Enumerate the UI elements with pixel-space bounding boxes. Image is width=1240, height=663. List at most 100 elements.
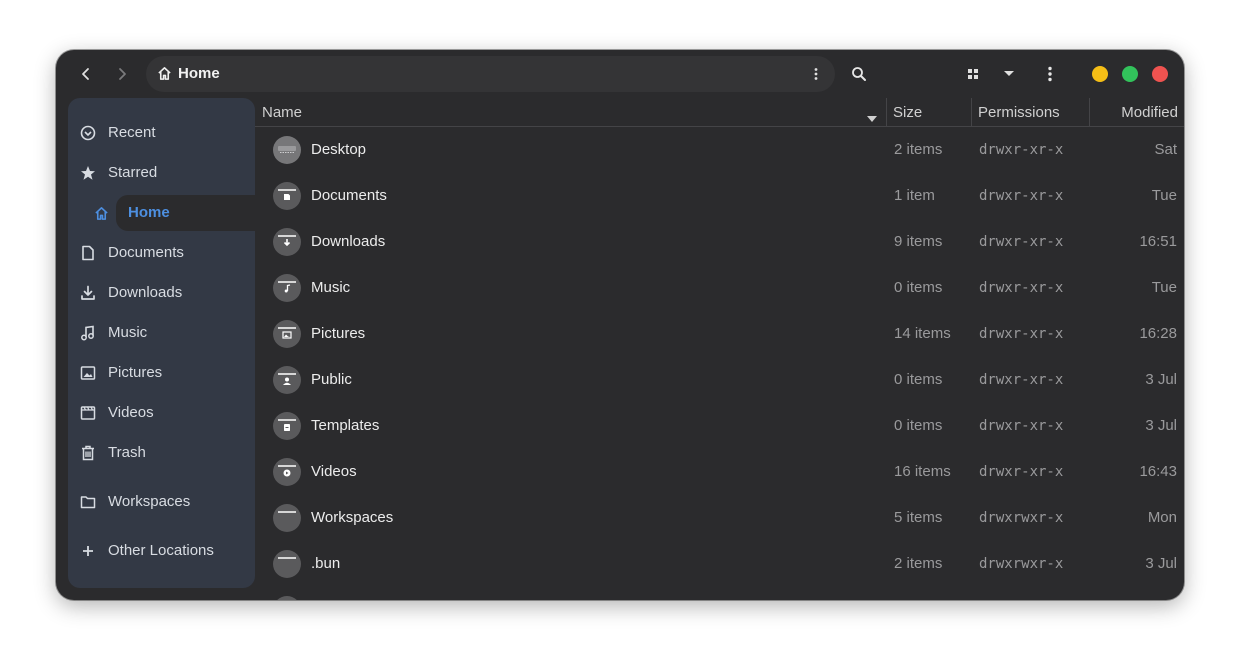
- vertical-dots-icon: [1048, 66, 1052, 82]
- view-grid-button[interactable]: [959, 60, 987, 88]
- file-size: 9 items: [894, 233, 943, 250]
- main-menu-button[interactable]: [1036, 60, 1064, 88]
- column-size[interactable]: Size: [893, 104, 922, 121]
- file-name: Downloads: [311, 233, 386, 250]
- file-size: 0 items: [894, 279, 943, 296]
- path-menu-button[interactable]: [807, 65, 825, 83]
- file-permissions: drwxr-xr-x: [979, 280, 1064, 296]
- file-size: 14 items: [894, 325, 951, 342]
- column-header: Name Size Permissions Modified: [255, 98, 1184, 127]
- sidebar-item-workspaces[interactable]: Workspaces: [68, 484, 255, 520]
- column-divider: [886, 98, 887, 126]
- sidebar-item-home[interactable]: Home: [68, 195, 255, 231]
- video-icon: [79, 404, 97, 422]
- sidebar-item-trash[interactable]: Trash: [68, 435, 255, 471]
- sidebar-item-videos[interactable]: Videos: [68, 395, 255, 431]
- file-row-partial[interactable]: [255, 587, 1184, 600]
- sidebar-item-documents[interactable]: Documents: [68, 235, 255, 271]
- column-permissions[interactable]: Permissions: [978, 104, 1060, 121]
- chevron-right-icon: [119, 68, 126, 80]
- file-row[interactable]: Public 0 items drwxr-xr-x 3 Jul: [255, 357, 1184, 403]
- file-row[interactable]: Desktop 2 items drwxr-xr-x Sat: [255, 127, 1184, 173]
- home-icon: [157, 66, 172, 86]
- file-row[interactable]: Documents 1 item drwxr-xr-x Tue: [255, 173, 1184, 219]
- trash-icon: [79, 444, 97, 462]
- file-name: Documents: [311, 187, 387, 204]
- search-button[interactable]: [845, 60, 873, 88]
- sidebar-item-label: Workspaces: [108, 493, 191, 510]
- sidebar-item-label: Starred: [108, 164, 158, 181]
- sidebar-item-other-locations[interactable]: Other Locations: [68, 533, 255, 569]
- picture-icon: [79, 364, 97, 382]
- sidebar-item-label: Documents: [108, 244, 184, 261]
- header-bar: Home: [56, 50, 1184, 98]
- file-name: Public: [311, 371, 352, 388]
- sidebar-item-label: Downloads: [108, 284, 183, 301]
- sidebar-item-label: Videos: [108, 404, 154, 421]
- music-icon: [79, 324, 97, 342]
- sidebar-item-label: Pictures: [108, 364, 163, 381]
- folder-icon: [273, 504, 301, 532]
- file-name: Templates: [311, 417, 380, 434]
- back-button[interactable]: [72, 60, 100, 88]
- music-folder-icon: [273, 274, 301, 302]
- search-icon: [852, 67, 866, 81]
- videos-folder-icon: [273, 458, 301, 486]
- sidebar-item-label: Other Locations: [108, 542, 214, 559]
- file-modified: Tue: [1151, 279, 1177, 296]
- column-modified[interactable]: Modified: [1121, 104, 1178, 121]
- file-size: 0 items: [894, 417, 943, 434]
- sidebar-item-label: Home: [128, 204, 170, 221]
- download-icon: [79, 284, 97, 302]
- folder-icon: [273, 596, 301, 600]
- star-icon: [79, 164, 97, 182]
- clock-icon: [79, 124, 97, 142]
- file-modified: 3 Jul: [1145, 555, 1177, 572]
- close-button[interactable]: [1152, 66, 1168, 82]
- sort-arrow-icon[interactable]: [867, 109, 877, 126]
- file-name: Workspaces: [311, 509, 394, 526]
- sidebar-item-downloads[interactable]: Downloads: [68, 275, 255, 311]
- file-modified: Sat: [1154, 141, 1177, 158]
- file-row[interactable]: Videos 16 items drwxr-xr-x 16:43: [255, 449, 1184, 495]
- file-row[interactable]: Downloads 9 items drwxr-xr-x 16:51: [255, 219, 1184, 265]
- file-name: .bun: [311, 555, 341, 572]
- maximize-button[interactable]: [1122, 66, 1138, 82]
- public-folder-icon: [273, 366, 301, 394]
- column-name[interactable]: Name: [262, 104, 302, 121]
- file-permissions: drwxrwxr-x: [979, 510, 1064, 526]
- desktop-folder-icon: [273, 136, 301, 164]
- file-name: Music: [311, 279, 351, 296]
- file-permissions: drwxr-xr-x: [979, 418, 1064, 434]
- forward-button[interactable]: [108, 60, 136, 88]
- file-permissions: drwxr-xr-x: [979, 372, 1064, 388]
- file-row[interactable]: Pictures 14 items drwxr-xr-x 16:28: [255, 311, 1184, 357]
- sidebar-item-recent[interactable]: Recent: [68, 115, 255, 151]
- sidebar: Recent Starred Home Documents Downloads …: [68, 98, 268, 588]
- document-icon: [79, 244, 97, 262]
- file-name: Videos: [311, 463, 357, 480]
- column-divider: [1089, 98, 1090, 126]
- sidebar-item-label: Trash: [108, 444, 146, 461]
- sidebar-item-music[interactable]: Music: [68, 315, 255, 351]
- file-row[interactable]: Workspaces 5 items drwxrwxr-x Mon: [255, 495, 1184, 541]
- plus-icon: [79, 542, 97, 560]
- file-row[interactable]: Templates 0 items drwxr-xr-x 3 Jul: [255, 403, 1184, 449]
- file-list: Name Size Permissions Modified Desktop 2…: [255, 98, 1184, 600]
- file-permissions: drwxr-xr-x: [979, 464, 1064, 480]
- pictures-folder-icon: [273, 320, 301, 348]
- file-row[interactable]: .bun 2 items drwxrwxr-x 3 Jul: [255, 541, 1184, 587]
- view-options-button[interactable]: [995, 60, 1023, 88]
- file-row[interactable]: Music 0 items drwxr-xr-x Tue: [255, 265, 1184, 311]
- file-modified: 3 Jul: [1145, 371, 1177, 388]
- file-size: 0 items: [894, 371, 943, 388]
- file-modified: 16:28: [1139, 325, 1177, 342]
- dropdown-arrow-icon: [1004, 71, 1014, 76]
- path-bar-label: Home: [178, 65, 220, 82]
- file-manager-window: Home Recent Starred Home Documents Downl…: [56, 50, 1184, 600]
- minimize-button[interactable]: [1092, 66, 1108, 82]
- path-bar[interactable]: Home: [146, 56, 835, 92]
- documents-folder-icon: [273, 182, 301, 210]
- sidebar-item-pictures[interactable]: Pictures: [68, 355, 255, 391]
- sidebar-item-starred[interactable]: Starred: [68, 155, 255, 191]
